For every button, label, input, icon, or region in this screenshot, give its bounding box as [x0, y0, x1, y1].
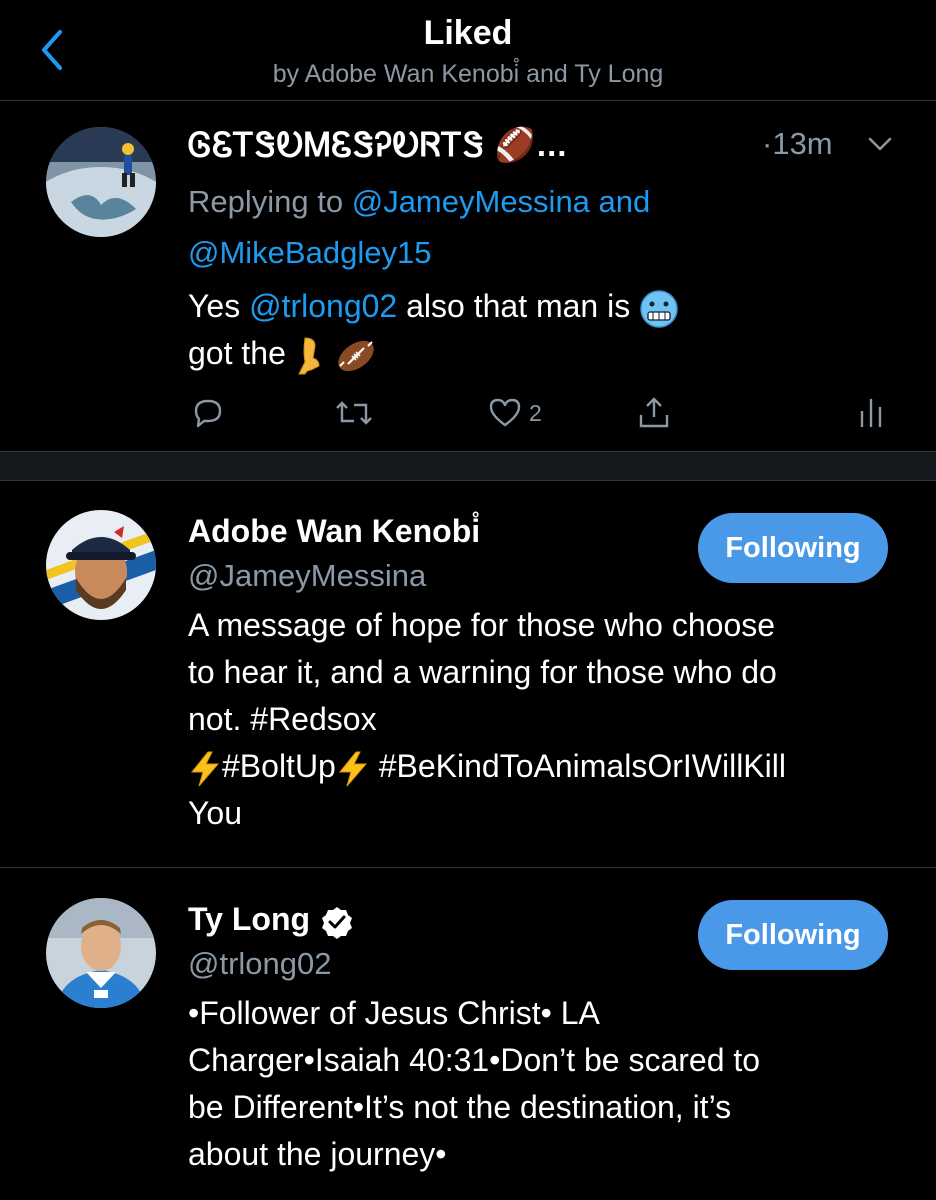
retweet-icon: [336, 401, 372, 425]
user-cell[interactable]: Ty Long @trlong02 Following •Follower of…: [0, 868, 936, 1200]
user-bio: •Follower of Jesus Christ• LA Charger•Is…: [188, 995, 761, 1172]
cold-face-icon: [640, 289, 678, 328]
tweet-author-name[interactable]: ᎶᏋᎢᏕᎧᎷᏋᏕᎮᎧᏒᎢᏕ 🏈...: [188, 126, 567, 165]
analytics-icon: [860, 399, 882, 427]
top-bar: Liked by Adobe Wan Kenobi̊ and Ty Long: [0, 0, 936, 101]
chevron-down-icon: [868, 137, 892, 151]
lightning-icon: [190, 751, 220, 786]
mention-link[interactable]: @MikeBadgley15: [188, 235, 431, 270]
user-avatar[interactable]: [46, 510, 156, 620]
user-handle[interactable]: @JameyMessina: [188, 558, 426, 594]
analytics-button[interactable]: [856, 393, 886, 433]
tweet-timestamp: ·13m: [762, 126, 833, 161]
reply-icon: [194, 399, 222, 428]
section-separator: [0, 451, 936, 481]
mention-link[interactable]: @JameyMessina: [352, 184, 590, 219]
heart-icon: [489, 398, 521, 427]
following-button[interactable]: Following: [698, 900, 888, 970]
replying-to: Replying to @JameyMessina and @MikeBadgl…: [188, 184, 651, 270]
tweet-avatar[interactable]: [46, 127, 156, 237]
verified-badge-icon: [322, 906, 353, 939]
lightning-icon: [338, 751, 367, 786]
share-icon: [639, 397, 669, 428]
page-title: Liked: [423, 14, 513, 52]
user-name[interactable]: Adobe Wan Kenobi̊: [188, 513, 480, 550]
reply-button[interactable]: [190, 393, 226, 433]
user-handle[interactable]: @trlong02: [188, 946, 332, 982]
user-avatar[interactable]: [46, 898, 156, 1008]
like-count: 2: [529, 399, 542, 426]
share-button[interactable]: [636, 393, 672, 433]
retweet-button[interactable]: [334, 393, 374, 433]
tweet-text: Yes @trlong02 also that man is got the: [188, 283, 788, 377]
mention-link[interactable]: @trlong02: [249, 288, 397, 324]
user-name[interactable]: Ty Long: [188, 901, 354, 939]
tweet-menu-button[interactable]: [866, 134, 894, 154]
user-bio: A message of hope for those who choose t…: [188, 607, 786, 831]
football-icon: [337, 340, 374, 371]
page-subtitle: by Adobe Wan Kenobi̊ and Ty Long: [272, 60, 664, 88]
following-button[interactable]: Following: [698, 513, 888, 583]
like-button[interactable]: 2: [487, 393, 542, 433]
leg-icon: [297, 337, 320, 375]
user-cell[interactable]: Adobe Wan Kenobi̊ @JameyMessina Followin…: [0, 480, 936, 867]
